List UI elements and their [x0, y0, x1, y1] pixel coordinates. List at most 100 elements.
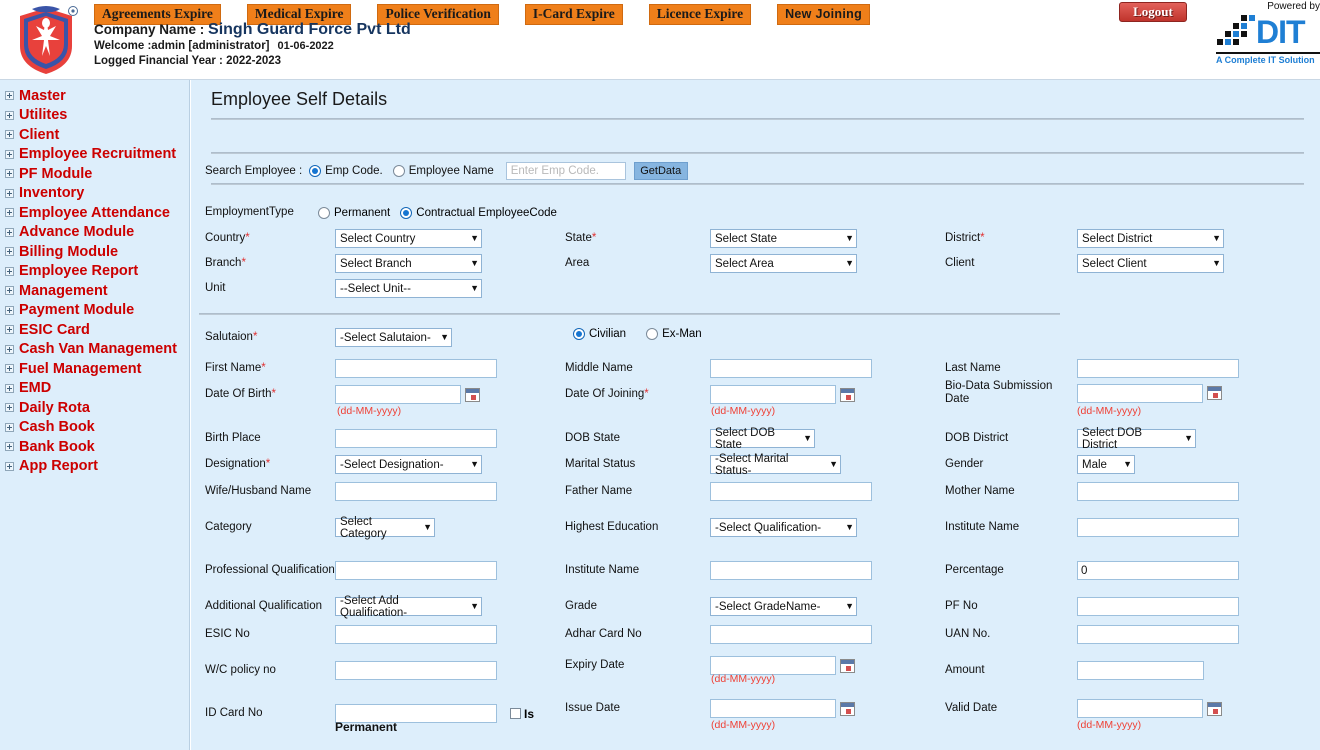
expand-plus-icon[interactable] [5, 286, 14, 296]
expand-plus-icon[interactable] [5, 442, 14, 452]
sidebar-item-cash-book[interactable]: Cash Book [0, 418, 189, 438]
radio-emp-code[interactable] [309, 165, 322, 177]
nav-new-joining[interactable]: New Joining [777, 4, 871, 25]
expand-plus-icon[interactable] [5, 110, 14, 120]
radio-contractual[interactable] [400, 206, 413, 219]
getdata-button[interactable]: GetData [633, 162, 688, 180]
area-select[interactable]: Select Area ▼ [710, 254, 857, 273]
sidebar-item-employee-report[interactable]: Employee Report [0, 262, 189, 282]
mother-name-input[interactable] [1077, 482, 1239, 501]
dob-state-select[interactable]: Select DOB State ▼ [710, 427, 815, 451]
sidebar-item-daily-rota[interactable]: Daily Rota [0, 398, 189, 418]
radio-exman[interactable] [646, 328, 659, 340]
expand-plus-icon[interactable] [5, 247, 14, 257]
designation-select[interactable]: -Select Designation- ▼ [335, 455, 482, 474]
expand-plus-icon[interactable] [5, 149, 14, 159]
expand-plus-icon[interactable] [5, 130, 14, 140]
sidebar-item-master[interactable]: Master [0, 86, 189, 106]
biodata-input[interactable] [1077, 383, 1203, 403]
is-permanent-checkbox[interactable] [510, 708, 521, 719]
expand-plus-icon[interactable] [5, 325, 14, 335]
nav-licence-expire[interactable]: Licence Expire [648, 4, 752, 25]
sidebar-item-advance-module[interactable]: Advance Module [0, 223, 189, 243]
dob-district-select[interactable]: Select DOB District ▼ [1077, 427, 1196, 451]
first-name-input[interactable] [335, 359, 497, 378]
calendar-icon[interactable] [1207, 386, 1222, 400]
expand-plus-icon[interactable] [5, 461, 14, 471]
calendar-icon[interactable] [840, 387, 855, 402]
expand-plus-icon[interactable] [5, 383, 14, 393]
middle-name-input[interactable] [710, 359, 872, 378]
expand-plus-icon[interactable] [5, 266, 14, 276]
sidebar-item-fuel-management[interactable]: Fuel Management [0, 359, 189, 379]
radio-employee-name[interactable] [392, 165, 405, 177]
marital-status-select[interactable]: -Select Marital Status- ▼ [710, 453, 841, 477]
institute-name-2-input[interactable] [710, 561, 872, 580]
sidebar-item-management[interactable]: Management [0, 281, 189, 301]
expand-plus-icon[interactable] [5, 91, 14, 101]
branch-select[interactable]: Select Branch ▼ [335, 254, 482, 273]
pf-no-input[interactable] [1077, 597, 1239, 616]
wc-policy-no-input[interactable] [335, 661, 497, 680]
amount-input[interactable] [1077, 661, 1204, 680]
logout-button[interactable]: Logout [1119, 2, 1187, 22]
sidebar-item-esic-card[interactable]: ESIC Card [0, 320, 189, 340]
sidebar-item-app-report[interactable]: App Report [0, 457, 189, 477]
sidebar-item-employee-recruitment[interactable]: Employee Recruitment [0, 145, 189, 165]
percentage-input[interactable] [1077, 561, 1239, 580]
dob-input[interactable] [335, 385, 461, 404]
calendar-icon[interactable] [1207, 701, 1222, 716]
sidebar-item-pf-module[interactable]: PF Module [0, 164, 189, 184]
search-input[interactable] [505, 162, 626, 180]
district-select[interactable]: Select District ▼ [1077, 229, 1224, 248]
unit-select[interactable]: --Select Unit-- ▼ [335, 279, 482, 298]
sidebar-item-payment-module[interactable]: Payment Module [0, 301, 189, 321]
calendar-icon[interactable] [465, 387, 480, 402]
nav-icard-expire[interactable]: I-Card Expire [524, 4, 623, 25]
esic-no-input[interactable] [335, 625, 497, 644]
client-select[interactable]: Select Client ▼ [1077, 254, 1224, 273]
expand-plus-icon[interactable] [5, 344, 14, 354]
sidebar-item-utilites[interactable]: Utilites [0, 106, 189, 126]
adhar-card-no-input[interactable] [710, 625, 872, 644]
radio-permanent[interactable] [318, 206, 330, 219]
grade-select[interactable]: -Select GradeName- ▼ [710, 597, 857, 616]
expand-plus-icon[interactable] [5, 208, 14, 218]
issue-date-input[interactable] [710, 699, 836, 718]
sidebar-item-inventory[interactable]: Inventory [0, 184, 189, 204]
expand-plus-icon[interactable] [5, 403, 14, 413]
expand-plus-icon[interactable] [5, 364, 14, 374]
last-name-input[interactable] [1077, 359, 1239, 378]
sidebar-item-billing-module[interactable]: Billing Module [0, 242, 189, 262]
additional-qualification-select[interactable]: -Select Add Qualification- ▼ [335, 595, 482, 619]
country-select[interactable]: Select Country ▼ [335, 229, 482, 248]
expand-plus-icon[interactable] [5, 188, 14, 198]
sidebar-item-employee-attendance[interactable]: Employee Attendance [0, 203, 189, 223]
professional-qualification-label: Professional Qualification [205, 564, 335, 576]
country-row: Country* Select Country ▼ [205, 229, 482, 248]
institute-name-1-input[interactable] [1077, 518, 1239, 537]
radio-civilian[interactable] [573, 328, 585, 340]
salutation-select[interactable]: -Select Salutaion- ▼ [335, 328, 452, 347]
doj-input[interactable] [710, 385, 836, 404]
birth-place-input[interactable] [335, 429, 497, 448]
valid-date-input[interactable] [1077, 699, 1203, 718]
uan-no-input[interactable] [1077, 625, 1239, 644]
highest-education-select[interactable]: -Select Qualification- ▼ [710, 518, 857, 537]
sidebar-item-bank-book[interactable]: Bank Book [0, 437, 189, 457]
category-select[interactable]: Select Category ▼ [335, 516, 435, 540]
spouse-name-input[interactable] [335, 482, 497, 501]
expand-plus-icon[interactable] [5, 305, 14, 315]
professional-qualification-input[interactable] [335, 561, 497, 580]
father-name-input[interactable] [710, 482, 872, 501]
expand-plus-icon[interactable] [5, 227, 14, 237]
calendar-icon[interactable] [840, 701, 855, 716]
sidebar-item-emd[interactable]: EMD [0, 379, 189, 399]
sidebar-item-cash-van-management[interactable]: Cash Van Management [0, 340, 189, 360]
expand-plus-icon[interactable] [5, 422, 14, 432]
calendar-icon[interactable] [840, 658, 855, 673]
sidebar-item-client[interactable]: Client [0, 125, 189, 145]
gender-select[interactable]: Male ▼ [1077, 455, 1135, 474]
state-select[interactable]: Select State ▼ [710, 229, 857, 248]
expand-plus-icon[interactable] [5, 169, 14, 179]
